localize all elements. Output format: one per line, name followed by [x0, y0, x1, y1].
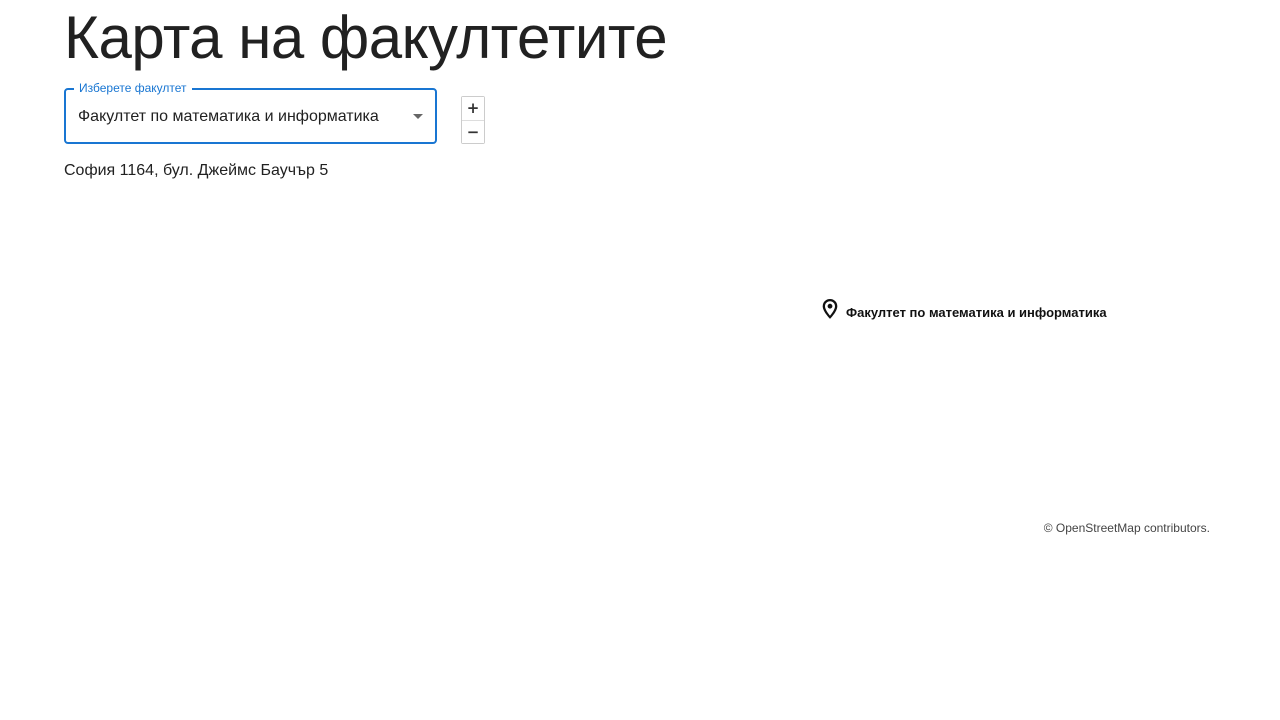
- attribution-suffix: contributors.: [1140, 521, 1210, 535]
- attribution-prefix: ©: [1043, 521, 1056, 535]
- faculty-address: София 1164, бул. Джеймс Баучър 5: [64, 162, 329, 179]
- map-attribution: © OpenStreetMap contributors.: [1044, 520, 1210, 536]
- faculty-select-label: Изберете факултет: [74, 81, 192, 95]
- map-zoom-control: + −: [461, 96, 485, 144]
- zoom-out-button[interactable]: −: [462, 120, 484, 143]
- faculty-select-value: Факултет по математика и информатика: [78, 108, 379, 125]
- map-marker[interactable]: Факултет по математика и информатика: [821, 298, 1107, 320]
- openstreetmap-link[interactable]: OpenStreetMap: [1056, 521, 1141, 535]
- zoom-in-button[interactable]: +: [462, 97, 484, 120]
- faculty-select[interactable]: Изберете факултет Факултет по математика…: [64, 81, 437, 144]
- dropdown-arrow-icon: [413, 114, 423, 119]
- map-pin-icon: [821, 298, 839, 320]
- page-title: Карта на факултетите: [64, 4, 668, 71]
- map-marker-label: Факултет по математика и информатика: [846, 304, 1107, 320]
